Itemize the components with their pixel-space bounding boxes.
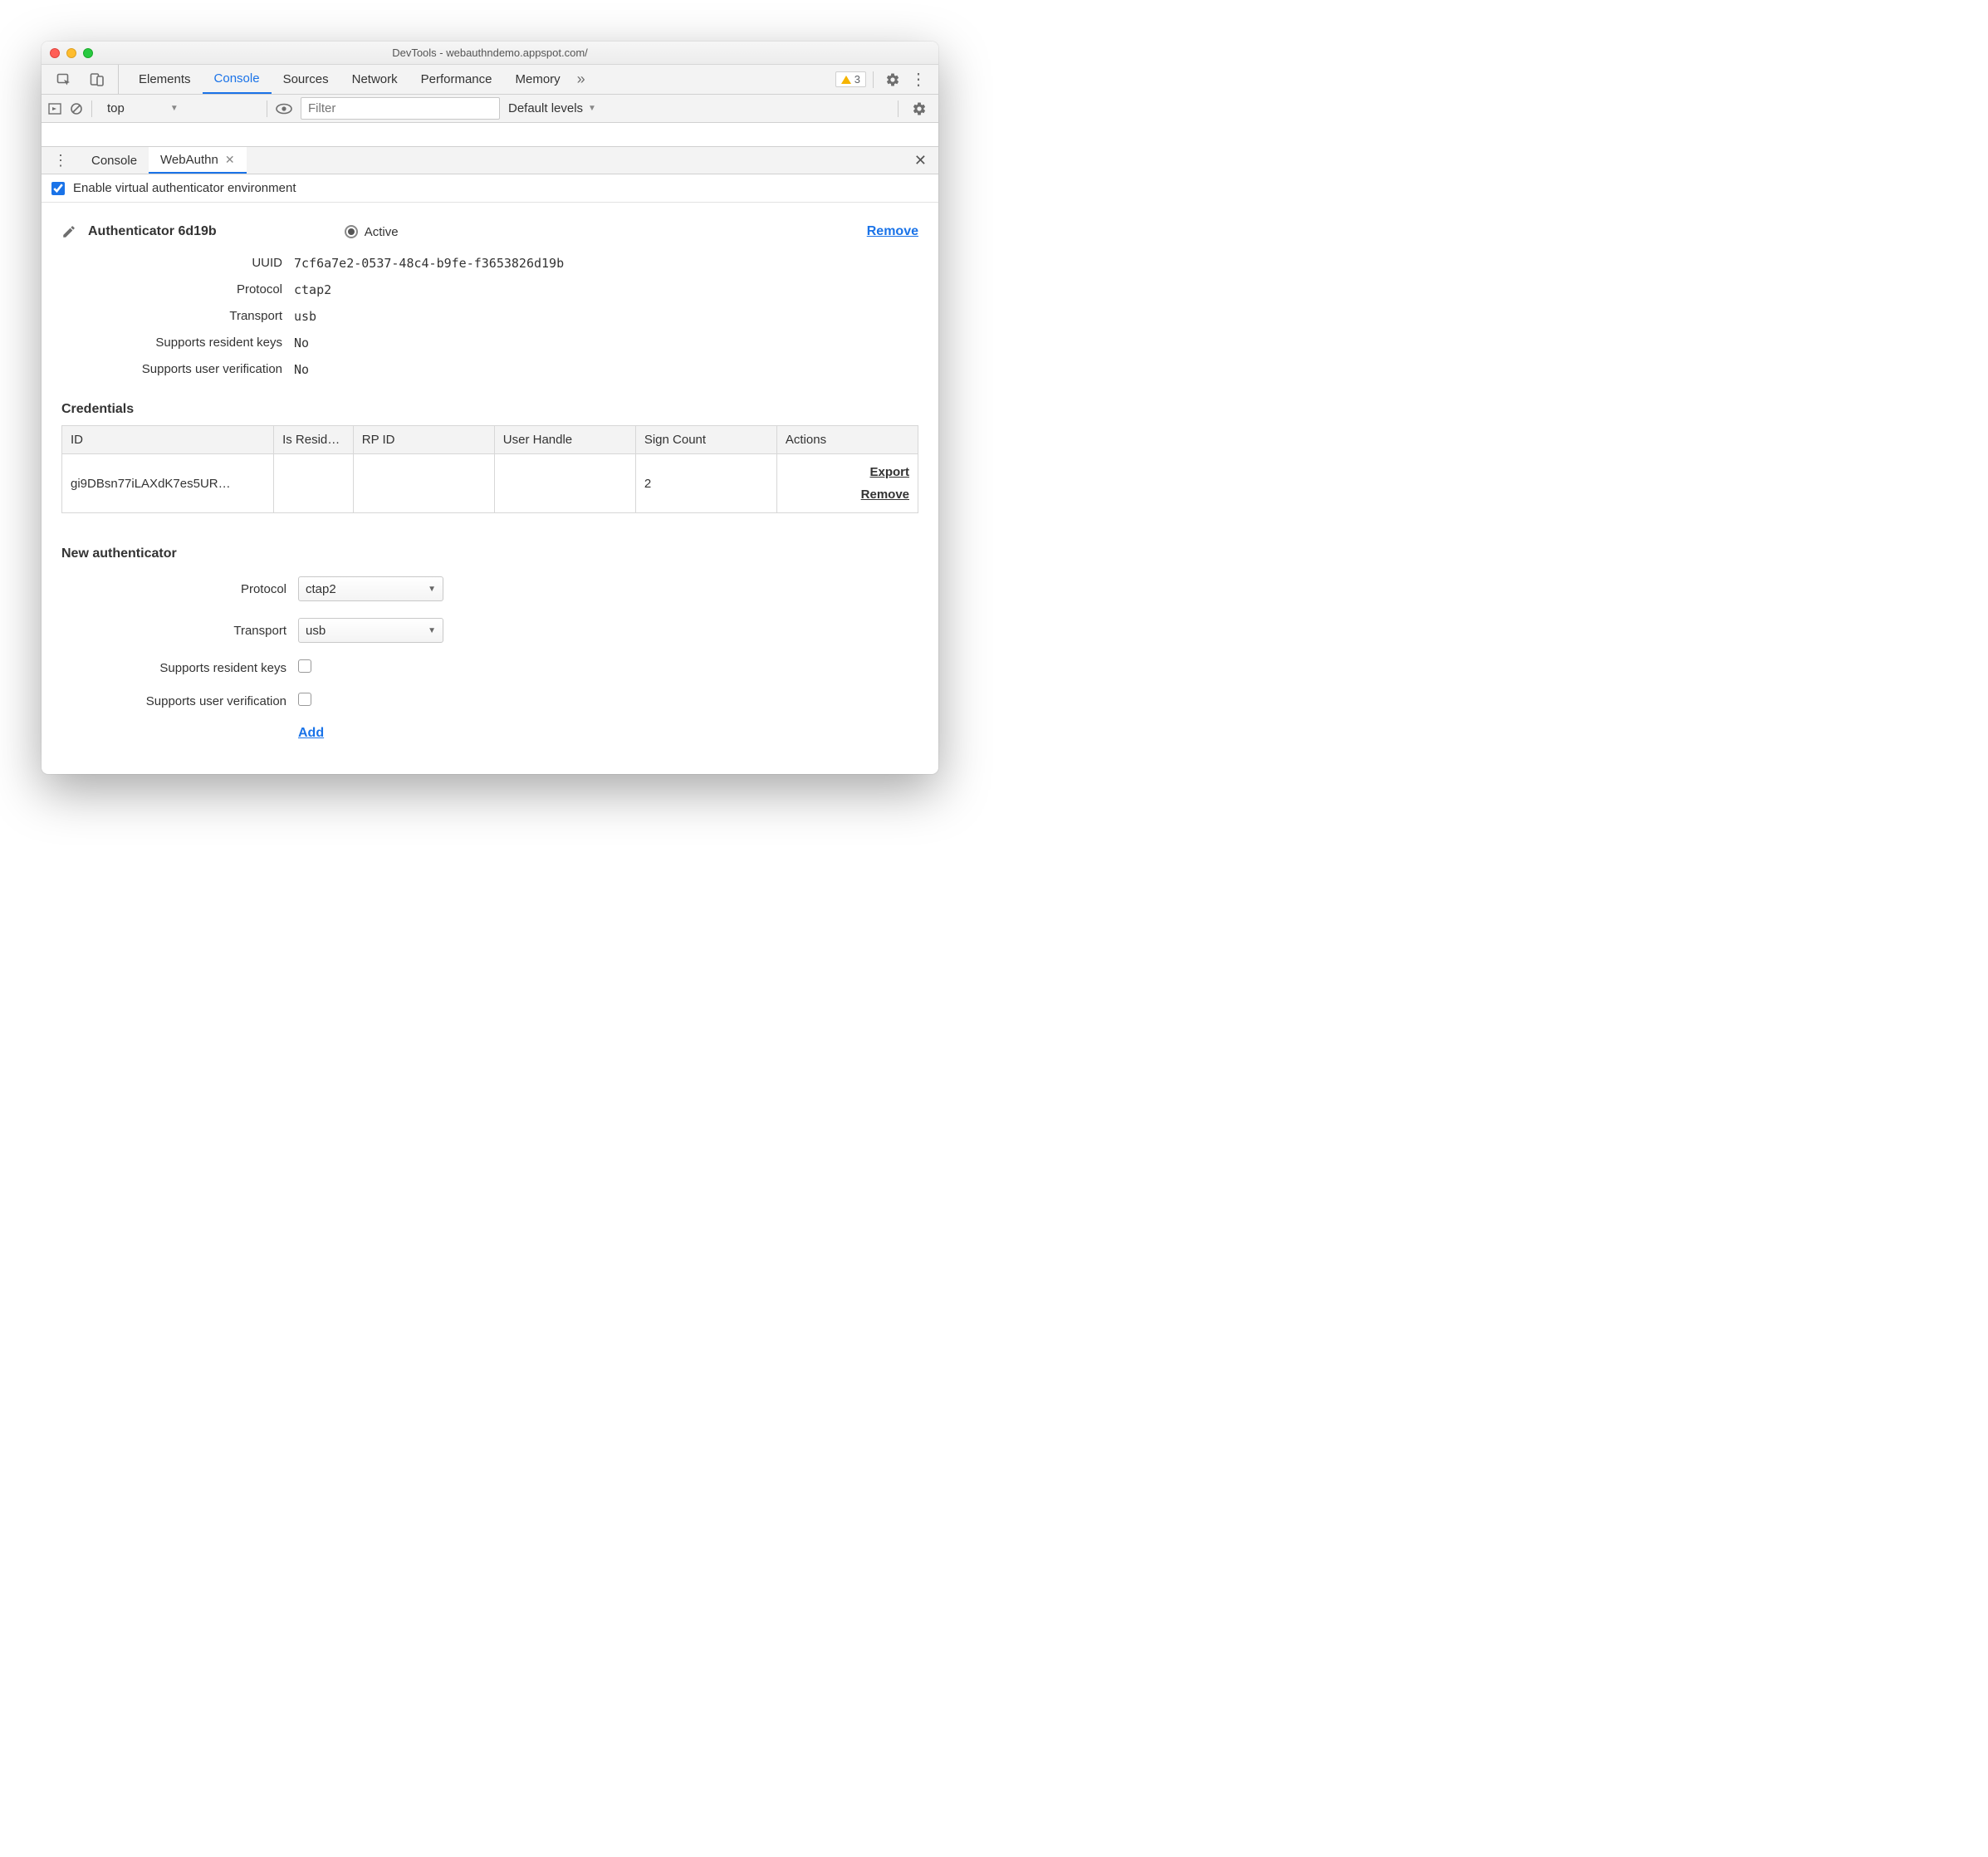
col-id[interactable]: ID bbox=[62, 426, 274, 454]
minimize-window-button[interactable] bbox=[66, 48, 76, 58]
transport-value: usb bbox=[294, 309, 918, 324]
new-transport-value: usb bbox=[306, 624, 326, 638]
cell-id: gi9DBsn77iLAXdK7es5UR… bbox=[62, 454, 274, 513]
uuid-label: UUID bbox=[61, 256, 294, 271]
credentials-title: Credentials bbox=[61, 402, 918, 417]
settings-gear-icon[interactable] bbox=[880, 72, 905, 87]
new-authenticator-section: New authenticator Protocol ctap2 ▼ Trans… bbox=[61, 546, 918, 741]
col-rpid[interactable]: RP ID bbox=[353, 426, 494, 454]
drawer-tab-webauthn[interactable]: WebAuthn ✕ bbox=[149, 147, 247, 174]
live-expression-icon[interactable] bbox=[276, 103, 292, 115]
titlebar: DevTools - webauthndemo.appspot.com/ bbox=[42, 42, 938, 65]
new-suv-checkbox[interactable] bbox=[298, 693, 311, 706]
warning-icon bbox=[841, 76, 851, 84]
cell-resident bbox=[274, 454, 354, 513]
enable-virtual-env-label: Enable virtual authenticator environment bbox=[73, 181, 296, 195]
new-protocol-value: ctap2 bbox=[306, 582, 336, 596]
drawer-tab-label: WebAuthn bbox=[160, 153, 218, 167]
chevron-down-icon: ▼ bbox=[170, 104, 179, 113]
add-authenticator-link[interactable]: Add bbox=[298, 726, 324, 740]
new-transport-label: Transport bbox=[61, 624, 298, 638]
console-toolbar: top ▼ Default levels ▼ bbox=[42, 95, 938, 123]
tab-network[interactable]: Network bbox=[340, 65, 409, 94]
remove-credential-link[interactable]: Remove bbox=[786, 483, 909, 506]
new-srk-checkbox[interactable] bbox=[298, 659, 311, 673]
active-label: Active bbox=[365, 225, 399, 239]
credentials-table: ID Is Resid… RP ID User Handle Sign Coun… bbox=[61, 425, 918, 513]
more-tabs-icon[interactable]: » bbox=[572, 71, 590, 88]
device-toolbar-icon[interactable] bbox=[85, 72, 110, 87]
close-tab-icon[interactable]: ✕ bbox=[225, 153, 235, 167]
drawer-tab-label: Console bbox=[91, 154, 137, 168]
new-authenticator-title: New authenticator bbox=[61, 546, 918, 561]
close-window-button[interactable] bbox=[50, 48, 60, 58]
drawer-menu-icon[interactable]: ⋮ bbox=[42, 152, 80, 169]
edit-icon[interactable] bbox=[61, 224, 76, 239]
new-suv-label: Supports user verification bbox=[61, 694, 298, 708]
cell-sign: 2 bbox=[635, 454, 776, 513]
col-resident[interactable]: Is Resid… bbox=[274, 426, 354, 454]
authenticator-details: UUID 7cf6a7e2-0537-48c4-b9fe-f3653826d19… bbox=[61, 256, 918, 377]
console-settings-gear-icon[interactable] bbox=[907, 101, 932, 116]
clear-console-icon[interactable] bbox=[70, 102, 83, 115]
col-user[interactable]: User Handle bbox=[494, 426, 635, 454]
export-credential-link[interactable]: Export bbox=[786, 461, 909, 483]
tab-console[interactable]: Console bbox=[203, 65, 272, 94]
tab-performance[interactable]: Performance bbox=[409, 65, 504, 94]
window-title: DevTools - webauthndemo.appspot.com/ bbox=[50, 47, 930, 59]
context-value: top bbox=[107, 101, 125, 115]
table-row[interactable]: gi9DBsn77iLAXdK7es5UR… 2 Export Remove bbox=[62, 454, 918, 513]
zoom-window-button[interactable] bbox=[83, 48, 93, 58]
enable-virtual-env-checkbox[interactable] bbox=[51, 182, 65, 195]
active-radio[interactable] bbox=[345, 225, 358, 238]
protocol-value: ctap2 bbox=[294, 282, 918, 297]
col-actions[interactable]: Actions bbox=[776, 426, 918, 454]
suv-label: Supports user verification bbox=[61, 362, 294, 377]
table-header-row: ID Is Resid… RP ID User Handle Sign Coun… bbox=[62, 426, 918, 454]
tab-sources[interactable]: Sources bbox=[272, 65, 340, 94]
chevron-down-icon: ▼ bbox=[588, 104, 596, 113]
log-levels-selector[interactable]: Default levels ▼ bbox=[508, 101, 596, 115]
kebab-menu-icon[interactable]: ⋮ bbox=[905, 69, 932, 90]
tab-memory[interactable]: Memory bbox=[504, 65, 572, 94]
authenticator-header: Authenticator 6d19b Active Remove bbox=[61, 224, 918, 239]
traffic-lights bbox=[50, 48, 93, 58]
devtools-window: DevTools - webauthndemo.appspot.com/ Ele… bbox=[42, 42, 938, 774]
warning-count: 3 bbox=[854, 73, 860, 86]
main-tab-bar: Elements Console Sources Network Perform… bbox=[42, 65, 938, 95]
warnings-badge[interactable]: 3 bbox=[835, 71, 866, 87]
srk-label: Supports resident keys bbox=[61, 336, 294, 350]
remove-authenticator-link[interactable]: Remove bbox=[867, 224, 918, 239]
toggle-sidebar-icon[interactable] bbox=[48, 102, 61, 115]
srk-value: No bbox=[294, 336, 918, 350]
new-srk-label: Supports resident keys bbox=[61, 661, 298, 675]
tab-elements[interactable]: Elements bbox=[127, 65, 203, 94]
protocol-label: Protocol bbox=[61, 282, 294, 297]
drawer-tab-console[interactable]: Console bbox=[80, 147, 149, 174]
webauthn-panel: Authenticator 6d19b Active Remove UUID 7… bbox=[42, 203, 938, 774]
new-transport-select[interactable]: usb ▼ bbox=[298, 618, 443, 643]
col-sign[interactable]: Sign Count bbox=[635, 426, 776, 454]
context-selector[interactable]: top ▼ bbox=[100, 98, 258, 119]
uuid-value: 7cf6a7e2-0537-48c4-b9fe-f3653826d19b bbox=[294, 256, 918, 271]
new-protocol-label: Protocol bbox=[61, 582, 298, 596]
filter-input[interactable] bbox=[301, 97, 500, 120]
cell-rpid bbox=[353, 454, 494, 513]
levels-label: Default levels bbox=[508, 101, 583, 115]
transport-label: Transport bbox=[61, 309, 294, 324]
cell-user bbox=[494, 454, 635, 513]
suv-value: No bbox=[294, 362, 918, 377]
inspect-element-icon[interactable] bbox=[51, 72, 76, 87]
chevron-down-icon: ▼ bbox=[428, 626, 436, 635]
chevron-down-icon: ▼ bbox=[428, 585, 436, 594]
authenticator-title: Authenticator 6d19b bbox=[88, 224, 217, 239]
drawer-tab-bar: ⋮ Console WebAuthn ✕ ✕ bbox=[42, 146, 938, 174]
enable-virtual-env-row: Enable virtual authenticator environment bbox=[42, 174, 938, 203]
close-drawer-icon[interactable]: ✕ bbox=[903, 152, 938, 169]
new-protocol-select[interactable]: ctap2 ▼ bbox=[298, 576, 443, 601]
cell-actions: Export Remove bbox=[776, 454, 918, 513]
